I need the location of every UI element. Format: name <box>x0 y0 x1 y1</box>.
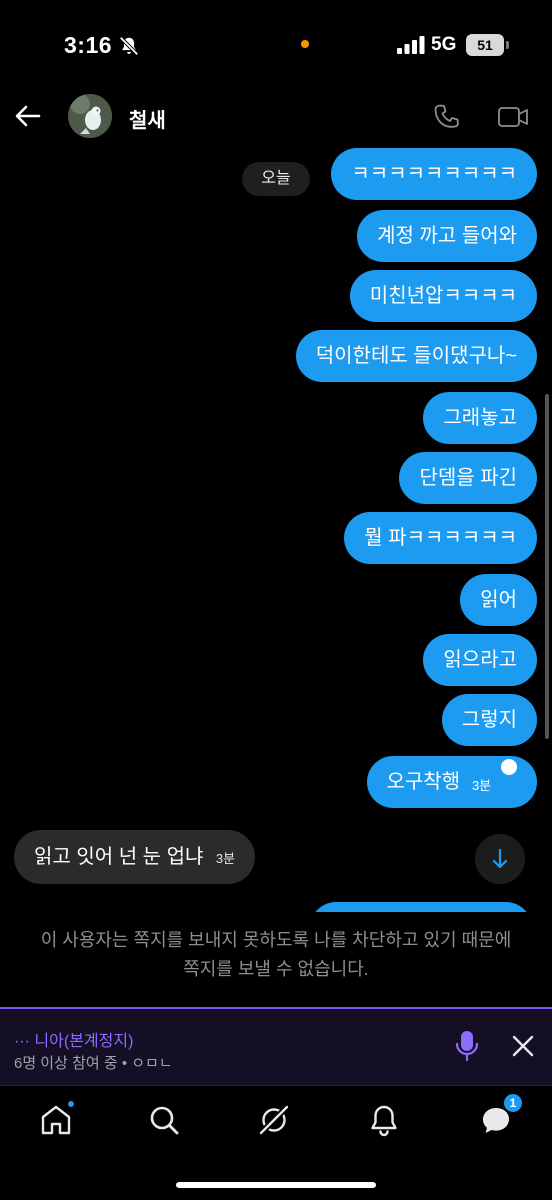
notifications-icon <box>371 1105 397 1137</box>
outgoing-message[interactable]: 덕이한테도 들이댔구나~ <box>295 330 537 382</box>
outgoing-message[interactable]: 미친년압ㅋㅋㅋㅋ <box>349 270 537 322</box>
arrow-left-icon[interactable] <box>12 100 44 132</box>
outgoing-message[interactable]: 읽어 <box>460 574 537 626</box>
status-bar: 3:16 5G 51 <box>0 0 552 90</box>
avatar[interactable] <box>68 94 112 138</box>
outgoing-message[interactable]: 단뎀을 파긴 <box>399 452 537 504</box>
messages-badge: 1 <box>502 1092 524 1114</box>
message-timestamp: 3분 <box>215 851 236 866</box>
avatar-bird-image <box>68 94 112 138</box>
message-text: 읽고 잇어 넌 눈 업냐 <box>34 846 204 868</box>
battery-indicator: 51 <box>466 34 504 56</box>
microphone-icon[interactable] <box>452 1029 482 1063</box>
date-badge: 오늘 <box>242 162 310 196</box>
outgoing-message[interactable]: ㅋㅋㅋㅋㅋㅋㅋㅋㅋ <box>331 148 537 200</box>
battery-tip <box>506 41 509 49</box>
outgoing-message[interactable]: 읽으라고 <box>423 634 537 686</box>
arrow-down-icon <box>492 848 508 869</box>
phone-icon[interactable] <box>432 102 462 132</box>
space-title[interactable]: ··· 니아(본계정지) <box>14 1027 133 1051</box>
blocked-notice: 이 사용자는 쪽지를 보내지 못하도록 나를 차단하고 있기 때문에 쪽지를 보… <box>40 930 512 979</box>
message-text: 뭘 파ㅋㅋㅋㅋㅋㅋ <box>364 527 517 549</box>
message-list[interactable]: 오늘 ㅋㅋㅋㅋㅋㅋㅋㅋㅋ 계정 까고 들어와 미친년압ㅋㅋㅋㅋ 덕이한테도 들이… <box>0 144 552 912</box>
nav-messages[interactable]: 1 <box>478 1092 524 1138</box>
message-text: 그래놓고 <box>443 407 517 429</box>
message-text: 읽어 <box>480 589 517 611</box>
message-text: 오구착행 <box>386 771 461 793</box>
contact-name[interactable]: 철새 <box>129 104 166 133</box>
scroll-to-bottom-button[interactable] <box>475 834 525 884</box>
home-indicator[interactable] <box>176 1182 376 1188</box>
message-timestamp: 3분 <box>471 778 492 793</box>
read-receipt-icon <box>501 759 517 787</box>
message-text: 미친년압ㅋㅋㅋㅋ <box>369 285 517 307</box>
message-text: 계정 까고 들어와 <box>377 225 517 247</box>
message-text: 덕이한테도 들이댔구나~ <box>315 345 517 367</box>
incoming-message[interactable]: 읽고 잇어 넌 눈 업냐 3분 <box>14 830 256 884</box>
bottom-navigation: 1 <box>0 1085 552 1200</box>
outgoing-message[interactable]: 그래놓고 <box>423 392 537 444</box>
message-text: 그렇지 <box>461 709 517 731</box>
scrollbar[interactable] <box>545 394 549 739</box>
outgoing-message[interactable]: 그렇지 <box>441 694 537 746</box>
cellular-signal-icon <box>397 36 425 54</box>
nav-notifications[interactable] <box>366 1102 402 1138</box>
network-type: 5G <box>431 34 457 55</box>
message-text: 단뎀을 파긴 <box>419 467 517 489</box>
conversation-header: 철새 <box>0 90 552 144</box>
outgoing-message[interactable]: 계정 까고 들어와 <box>357 210 537 262</box>
outgoing-message[interactable]: 오구착행 3분 <box>366 756 537 808</box>
message-text: ㅋㅋㅋㅋㅋㅋㅋㅋㅋ <box>351 163 517 185</box>
bell-muted-icon <box>119 36 139 56</box>
new-posts-indicator <box>66 1099 76 1109</box>
live-space-bar[interactable]: ··· 니아(본계정지) 6명 이상 참여 중 • ㅇㅁㄴ <box>0 1007 552 1085</box>
grok-icon <box>258 1104 290 1136</box>
privacy-indicator-dot <box>301 40 309 48</box>
close-icon[interactable] <box>510 1033 536 1059</box>
nav-search[interactable] <box>146 1102 182 1138</box>
nav-grok[interactable] <box>256 1102 292 1138</box>
space-listener-count: 6명 이상 참여 중 • ㅇㅁㄴ <box>14 1055 173 1072</box>
outgoing-message[interactable]: 뭘 파ㅋㅋㅋㅋㅋㅋ <box>344 512 537 564</box>
search-icon <box>150 1106 179 1135</box>
message-text: 읽으라고 <box>443 649 517 671</box>
video-camera-icon[interactable] <box>497 104 529 130</box>
outgoing-message-partial <box>310 902 532 912</box>
nav-home[interactable] <box>38 1099 76 1138</box>
status-time: 3:16 <box>64 32 113 58</box>
